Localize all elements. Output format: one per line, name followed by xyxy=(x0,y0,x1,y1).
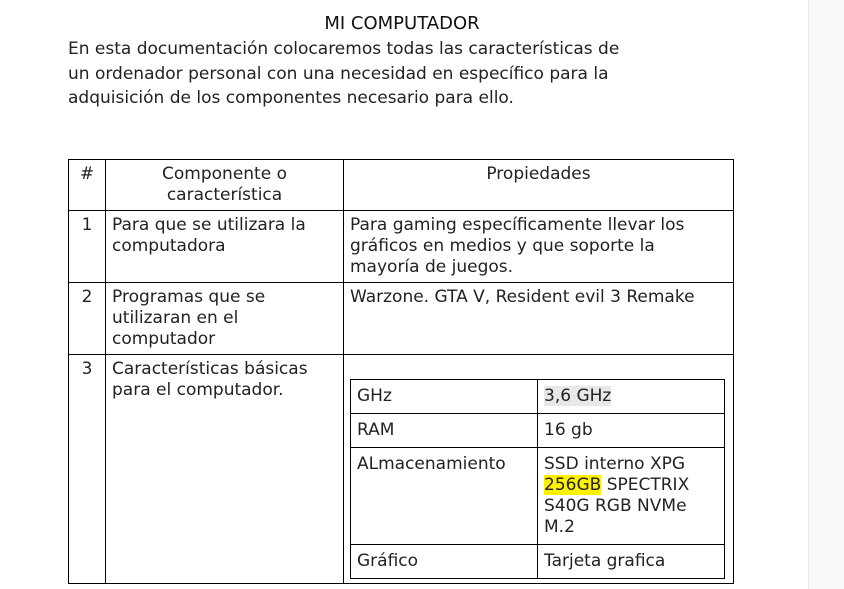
table-row: 1 Para que se utilizara la computadora P… xyxy=(68,210,734,283)
spec-value: 3,6 GHz xyxy=(537,379,725,414)
spec-value: SSD interno XPG 256GB SPECTRIX S40G RGB … xyxy=(537,447,725,545)
intro-line: En esta documentación colocaremos todas … xyxy=(68,39,620,59)
spec-row: GHz 3,6 GHz xyxy=(350,379,725,414)
row-properties: Para gaming específicamente llevar los g… xyxy=(343,210,734,283)
header-component-line: característica xyxy=(166,185,283,205)
page-gutter xyxy=(808,0,844,589)
row-properties: Warzone. GTA V, Resident evil 3 Remake xyxy=(343,282,734,355)
document-page: MI COMPUTADOR En esta documentación colo… xyxy=(0,0,808,589)
table-row: 3 Características básicas para el comput… xyxy=(68,354,734,584)
header-properties: Propiedades xyxy=(343,159,734,211)
row-component: Programas que se utilizaran en el comput… xyxy=(105,282,344,355)
spec-value: Tarjeta grafica xyxy=(537,544,725,579)
intro-paragraph: En esta documentación colocaremos todas … xyxy=(68,37,736,111)
highlighted-text: 256GB xyxy=(544,475,602,495)
header-component-line: Componente o xyxy=(162,164,287,184)
spec-value: 16 gb xyxy=(537,413,725,448)
spec-key: GHz xyxy=(350,379,538,414)
spec-key: Gráfico xyxy=(350,544,538,579)
row-number: 2 xyxy=(68,282,106,355)
intro-line: adquisición de los componentes necesario… xyxy=(68,88,514,108)
spec-key: ALmacenamiento xyxy=(350,447,538,545)
table-row: 2 Programas que se utilizaran en el comp… xyxy=(68,282,734,355)
document-title: MI COMPUTADOR xyxy=(324,13,480,34)
spec-value-text: 3,6 GHz xyxy=(544,386,612,406)
header-component: Componente o característica xyxy=(105,159,344,211)
row-properties: GHz 3,6 GHz RAM 16 gb ALmacenamiento SSD… xyxy=(343,354,734,584)
header-number: # xyxy=(68,159,106,211)
table-header-row: # Componente o característica Propiedade… xyxy=(68,159,734,211)
spec-key: RAM xyxy=(350,413,538,448)
row-number: 3 xyxy=(68,354,106,584)
row-number: 1 xyxy=(68,210,106,283)
components-table: # Componente o característica Propiedade… xyxy=(68,159,734,584)
specs-table: GHz 3,6 GHz RAM 16 gb ALmacenamiento SSD… xyxy=(350,379,725,579)
spec-row: RAM 16 gb xyxy=(350,413,725,448)
row-component: Características básicas para el computad… xyxy=(105,354,344,584)
spec-value-text: SSD interno XPG xyxy=(544,454,686,474)
row-component: Para que se utilizara la computadora xyxy=(105,210,344,283)
spec-row: ALmacenamiento SSD interno XPG 256GB SPE… xyxy=(350,447,725,545)
intro-line: un ordenador personal con una necesidad … xyxy=(68,63,609,84)
spec-row: Gráfico Tarjeta grafica xyxy=(350,544,725,579)
